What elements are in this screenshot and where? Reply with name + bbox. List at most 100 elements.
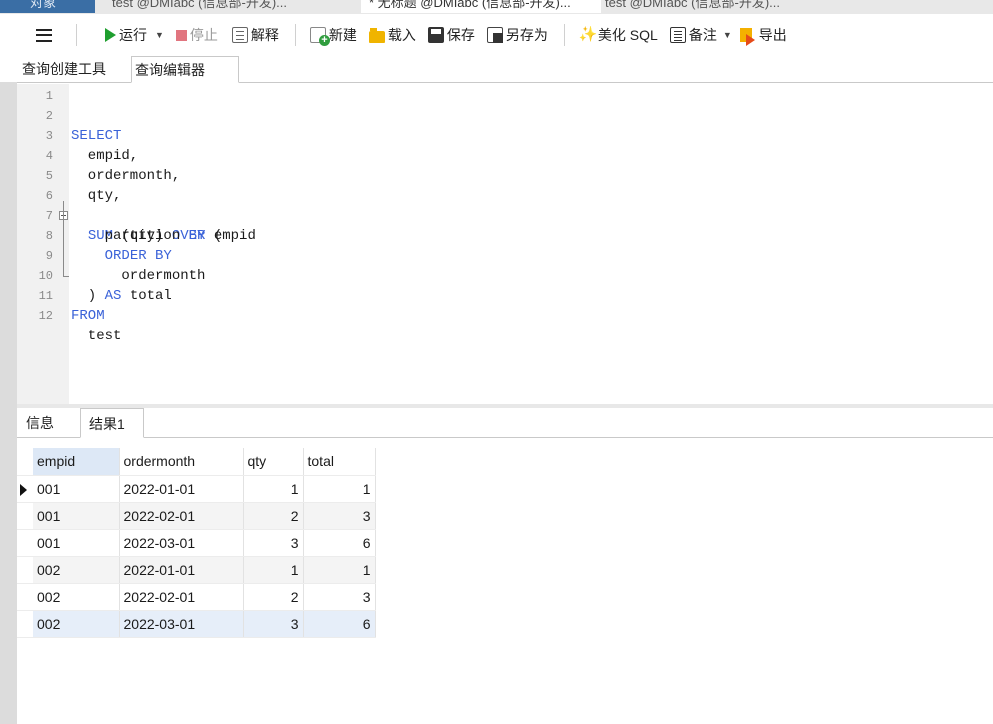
export-icon xyxy=(739,28,755,46)
new-label: 新建 xyxy=(328,27,357,43)
cell-total[interactable]: 3 xyxy=(303,502,376,530)
line-number: 1 xyxy=(45,89,53,103)
cell-empid[interactable]: 002 xyxy=(33,556,120,584)
cell-ordermonth[interactable]: 2022-03-01 xyxy=(119,529,244,557)
line-number: 9 xyxy=(45,249,53,263)
load-button[interactable]: 载入 xyxy=(368,23,416,47)
line-number: 12 xyxy=(38,309,53,323)
row-indicator xyxy=(17,583,33,611)
query-tab-strip: 查询创建工具 查询编辑器 xyxy=(17,56,993,83)
line-number: 5 xyxy=(45,169,53,183)
run-dropdown-chevron-icon[interactable]: ▼ xyxy=(155,30,164,40)
save-as-button[interactable]: 另存为 xyxy=(486,23,548,47)
column-header-empid[interactable]: empid xyxy=(33,448,120,476)
save-as-label: 另存为 xyxy=(505,27,548,43)
tab-result-1[interactable]: 结果1 xyxy=(80,408,144,438)
grid-header-row: empid ordermonth qty total xyxy=(17,448,376,476)
cell-empid[interactable]: 002 xyxy=(33,583,120,611)
line-number: 7 xyxy=(45,209,53,223)
tab-query-test[interactable]: test @DMIabc (信息部-开发)... xyxy=(112,0,287,13)
stop-label: 停止 xyxy=(189,27,218,43)
tab-info[interactable]: 信息 xyxy=(26,408,54,438)
new-button[interactable]: 新建 xyxy=(309,23,357,47)
new-query-icon xyxy=(309,27,330,46)
run-button[interactable]: 运行 xyxy=(105,23,147,47)
cell-total[interactable]: 6 xyxy=(303,610,376,638)
cell-ordermonth[interactable]: 2022-02-01 xyxy=(119,583,244,611)
tab-query-untitled[interactable]: * 无标题 @DMIabc (信息部-开发)... xyxy=(361,0,601,13)
stop-icon xyxy=(175,29,187,41)
code-line: ) AS total xyxy=(71,288,172,304)
folder-icon xyxy=(368,27,385,43)
cell-ordermonth[interactable]: 2022-01-01 xyxy=(119,475,244,503)
table-row[interactable]: 002 2022-03-01 3 6 xyxy=(17,610,376,638)
code-line: ORDER BY xyxy=(104,248,172,264)
export-label: 导出 xyxy=(758,27,787,43)
toolbar-divider xyxy=(294,24,296,46)
beautify-sql-button[interactable]: ✨ 美化 SQL xyxy=(579,23,658,47)
toolbar-divider xyxy=(563,24,565,46)
fold-end-marker xyxy=(63,276,69,277)
cell-qty[interactable]: 2 xyxy=(243,583,304,611)
run-label: 运行 xyxy=(119,27,147,43)
cell-ordermonth[interactable]: 2022-02-01 xyxy=(119,502,244,530)
cell-qty[interactable]: 1 xyxy=(243,475,304,503)
code-line: ordermonth xyxy=(71,268,206,284)
tab-table-test[interactable]: test @DMIabc (信息部-开发)... xyxy=(605,0,780,13)
save-label: 保存 xyxy=(446,27,475,43)
explain-icon xyxy=(231,27,248,43)
table-row[interactable]: 002 2022-02-01 2 3 xyxy=(17,583,376,611)
note-dropdown-chevron-icon[interactable]: ▼ xyxy=(723,30,732,40)
line-number: 10 xyxy=(38,269,53,283)
export-button[interactable]: 导出 xyxy=(739,23,787,47)
magic-wand-icon: ✨ xyxy=(578,26,598,43)
line-number: 2 xyxy=(45,109,53,123)
cell-ordermonth[interactable]: 2022-03-01 xyxy=(119,610,244,638)
sql-editor[interactable]: 1 2 SELECT 3 empid, 4 ordermonth, 5 qty,… xyxy=(17,84,993,404)
cell-empid[interactable]: 001 xyxy=(33,502,120,530)
cell-ordermonth[interactable]: 2022-01-01 xyxy=(119,556,244,584)
play-icon xyxy=(105,28,116,42)
table-row[interactable]: 001 2022-03-01 3 6 xyxy=(17,529,376,557)
fold-guide-line xyxy=(63,201,64,276)
row-indicator xyxy=(17,610,33,638)
explain-button[interactable]: 解释 xyxy=(231,23,279,47)
cell-qty[interactable]: 3 xyxy=(243,610,304,638)
menu-icon[interactable] xyxy=(36,28,52,42)
row-indicator-header xyxy=(17,448,33,476)
save-as-icon xyxy=(486,27,503,43)
tab-query-builder[interactable]: 查询创建工具 xyxy=(19,56,123,83)
column-header-total[interactable]: total xyxy=(303,448,376,476)
column-header-qty[interactable]: qty xyxy=(243,448,304,476)
row-indicator xyxy=(17,529,33,557)
table-row[interactable]: 002 2022-01-01 1 1 xyxy=(17,556,376,584)
cell-total[interactable]: 3 xyxy=(303,583,376,611)
row-indicator xyxy=(17,556,33,584)
cell-total[interactable]: 6 xyxy=(303,529,376,557)
save-button[interactable]: 保存 xyxy=(427,23,475,47)
row-indicator xyxy=(17,502,33,530)
editor-toolbar: 运行 ▼ 停止 解释 新建 载入 保存 另存为 ✨ 美化 SQL 备注 ▼ 导出 xyxy=(20,14,993,56)
cell-empid[interactable]: 002 xyxy=(33,610,120,638)
cell-qty[interactable]: 2 xyxy=(243,502,304,530)
cell-total[interactable]: 1 xyxy=(303,475,376,503)
cell-total[interactable]: 1 xyxy=(303,556,376,584)
row-indicator xyxy=(17,475,33,503)
line-number: 11 xyxy=(38,289,53,303)
note-button[interactable]: 备注 xyxy=(669,23,717,47)
table-row[interactable]: 001 2022-02-01 2 3 xyxy=(17,502,376,530)
cell-qty[interactable]: 1 xyxy=(243,556,304,584)
table-row[interactable]: 001 2022-01-01 1 1 xyxy=(17,475,376,503)
toolbar-divider xyxy=(76,24,77,46)
explain-label: 解释 xyxy=(250,27,279,43)
tab-query-editor[interactable]: 查询编辑器 xyxy=(131,56,239,83)
current-row-arrow-icon xyxy=(20,483,27,496)
cell-qty[interactable]: 3 xyxy=(243,529,304,557)
column-header-ordermonth[interactable]: ordermonth xyxy=(119,448,244,476)
cell-empid[interactable]: 001 xyxy=(33,529,120,557)
tab-objects[interactable]: 对象 xyxy=(0,0,95,13)
code-line: qty, xyxy=(71,188,122,204)
stop-button[interactable]: 停止 xyxy=(175,23,218,47)
cell-empid[interactable]: 001 xyxy=(33,475,120,503)
result-tab-strip: 信息 结果1 xyxy=(17,408,993,438)
